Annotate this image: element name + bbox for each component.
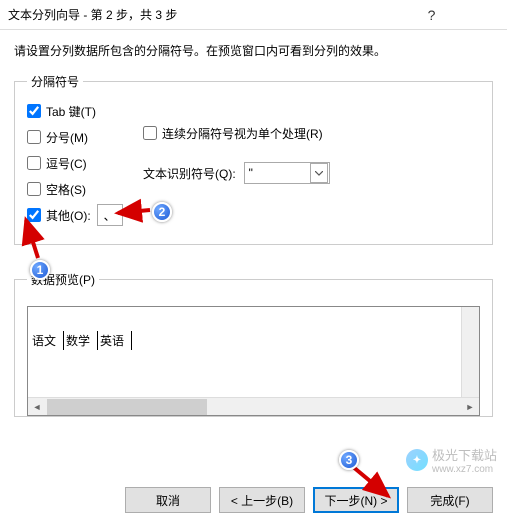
chevron-down-icon xyxy=(310,163,328,183)
preview-box: 语文 数学 英语 ◄ ► xyxy=(27,306,480,416)
finish-button[interactable]: 完成(F) xyxy=(407,487,493,513)
consecutive-label[interactable]: 连续分隔符号视为单个处理(R) xyxy=(162,125,323,142)
next-button[interactable]: 下一步(N) > xyxy=(313,487,399,513)
space-checkbox[interactable] xyxy=(27,182,41,196)
watermark-text: 极光下载站 xyxy=(432,445,497,464)
text-qualifier-select[interactable]: " xyxy=(244,162,330,184)
horizontal-scrollbar[interactable]: ◄ ► xyxy=(28,397,479,415)
semicolon-checkbox[interactable] xyxy=(27,130,41,144)
preview-table: 语文 数学 英语 xyxy=(30,331,479,350)
tab-checkbox[interactable] xyxy=(27,104,41,118)
text-qualifier-label: 文本识别符号(Q): xyxy=(143,165,236,182)
window-title: 文本分列向导 - 第 2 步，共 3 步 xyxy=(8,6,409,23)
watermark-logo-icon: ✦ xyxy=(406,449,428,471)
consecutive-checkbox[interactable] xyxy=(143,126,157,140)
help-button[interactable] xyxy=(409,0,454,30)
instruction-text: 请设置分列数据所包含的分隔符号。在预览窗口内可看到分列的效果。 xyxy=(14,42,493,59)
annotation-2: 2 xyxy=(152,202,172,222)
semicolon-label[interactable]: 分号(M) xyxy=(46,129,88,146)
delimiter-legend: 分隔符号 xyxy=(27,73,83,90)
titlebar: 文本分列向导 - 第 2 步，共 3 步 xyxy=(0,0,507,30)
comma-checkbox[interactable] xyxy=(27,156,41,170)
comma-label[interactable]: 逗号(C) xyxy=(46,155,87,172)
preview-cell: 语文 xyxy=(30,331,64,350)
button-row: 取消 < 上一步(B) 下一步(N) > 完成(F) xyxy=(0,473,507,527)
annotation-3: 3 xyxy=(339,450,359,470)
help-icon xyxy=(428,7,436,23)
other-label[interactable]: 其他(O): xyxy=(46,207,91,224)
vertical-scrollbar[interactable] xyxy=(461,307,479,397)
scroll-right-icon[interactable]: ► xyxy=(461,398,479,416)
scroll-left-icon[interactable]: ◄ xyxy=(28,398,46,416)
other-checkbox[interactable] xyxy=(27,208,41,222)
preview-cell: 数学 xyxy=(64,331,98,350)
watermark-url: www.xz7.com xyxy=(432,464,497,475)
tab-label[interactable]: Tab 键(T) xyxy=(46,103,96,120)
close-button[interactable] xyxy=(454,0,499,30)
preview-group: 数据预览(P) 语文 数学 英语 ◄ ► xyxy=(14,271,493,417)
delimiter-group: 分隔符号 Tab 键(T) 分号(M) 逗号(C) 空格(S) xyxy=(14,73,493,245)
scroll-thumb[interactable] xyxy=(47,399,207,415)
cancel-button[interactable]: 取消 xyxy=(125,487,211,513)
other-input[interactable] xyxy=(97,204,123,226)
text-qualifier-value: " xyxy=(249,166,310,180)
annotation-1: 1 xyxy=(30,260,50,280)
space-label[interactable]: 空格(S) xyxy=(46,181,86,198)
watermark: ✦ 极光下载站 www.xz7.com xyxy=(406,445,497,475)
back-button[interactable]: < 上一步(B) xyxy=(219,487,305,513)
preview-cell: 英语 xyxy=(98,331,132,350)
